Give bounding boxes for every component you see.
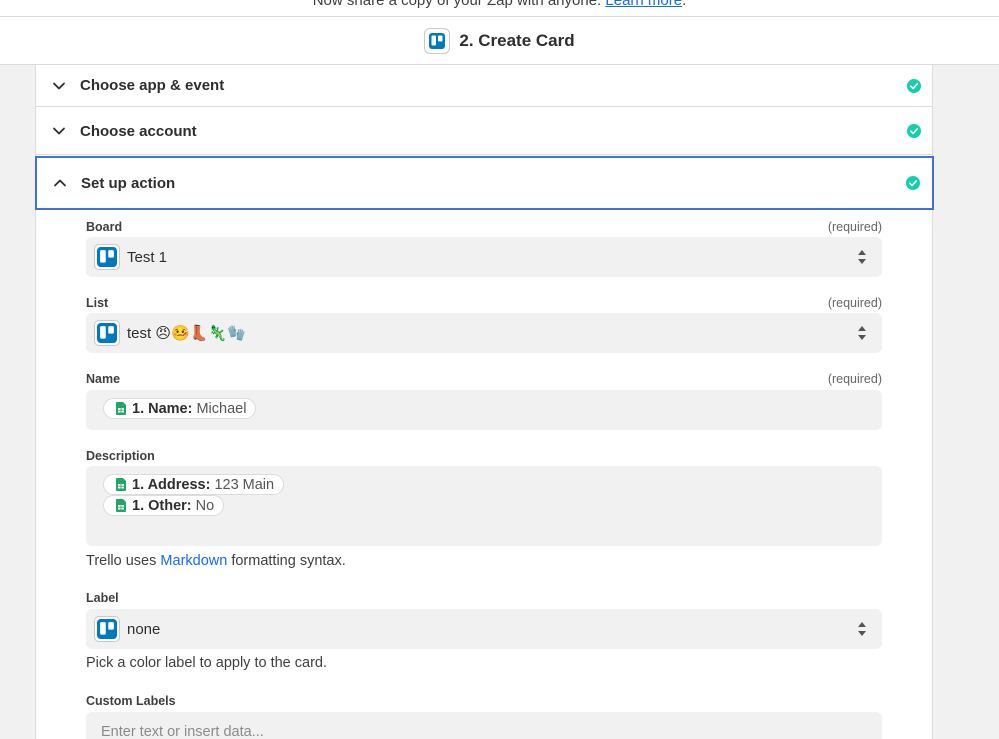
select-arrows-icon <box>858 250 866 264</box>
check-circle-icon <box>906 176 920 190</box>
board-value: Test 1 <box>127 248 168 266</box>
step-header: 2. Create Card <box>0 16 999 65</box>
chevron-down-icon <box>53 82 65 89</box>
section-label: Choose app & event <box>80 77 225 94</box>
data-token-pill[interactable]: 1. Other: No <box>103 495 225 516</box>
description-label: Description <box>86 449 155 463</box>
learn-more-link[interactable]: Learn more <box>605 0 682 9</box>
data-token-pill[interactable]: 1. Address: 123 Main <box>103 474 285 495</box>
list-required: (required) <box>827 296 882 310</box>
name-input[interactable]: 1. Name: Michael <box>86 390 882 430</box>
section-choose-app[interactable]: Choose app & event <box>36 65 932 107</box>
list-label: List <box>86 296 109 310</box>
markdown-help: Trello uses Markdown formatting syntax. <box>86 553 346 569</box>
chevron-down-icon <box>53 127 65 135</box>
custom-labels-label: Custom Labels <box>86 694 176 708</box>
google-sheets-icon <box>116 499 126 512</box>
custom-labels-input[interactable]: Enter text or insert data... <box>86 712 882 739</box>
custom-labels-placeholder: Enter text or insert data... <box>101 724 264 739</box>
share-notice: Now share a copy of your Zap with anyone… <box>0 0 999 16</box>
select-arrows-icon <box>858 622 866 636</box>
section-choose-account[interactable]: Choose account <box>36 108 932 155</box>
trello-icon <box>94 320 120 346</box>
chevron-up-icon <box>54 179 66 187</box>
label-label: Label <box>86 591 119 605</box>
trello-icon <box>424 27 451 54</box>
trello-icon <box>94 244 120 270</box>
select-arrows-icon <box>858 326 866 340</box>
google-sheets-icon <box>116 402 126 415</box>
label-value: none <box>127 620 161 638</box>
label-select[interactable]: none <box>86 609 882 649</box>
list-select[interactable]: test 😠🤒👢🦎🧤 <box>86 313 882 353</box>
name-required: (required) <box>827 372 882 386</box>
check-circle-icon <box>907 78 921 93</box>
list-value: test 😠🤒👢🦎🧤 <box>127 325 246 342</box>
section-set-up-action[interactable]: Set up action <box>35 156 934 210</box>
trello-icon <box>94 616 120 642</box>
markdown-link[interactable]: Markdown <box>160 553 227 569</box>
step-title: 2. Create Card <box>459 30 575 50</box>
step-panel: Choose app & event Choose account Set up… <box>35 65 934 739</box>
section-label: Set up action <box>81 174 176 192</box>
name-label: Name <box>86 372 121 386</box>
section-label: Choose account <box>80 122 197 140</box>
board-label: Board <box>86 220 123 234</box>
label-help: Pick a color label to apply to the card. <box>86 655 327 671</box>
share-notice-text: Now share a copy of your Zap with anyone… <box>312 0 602 9</box>
check-circle-icon <box>907 124 921 138</box>
data-token-pill[interactable]: 1. Name: Michael <box>103 398 257 419</box>
google-sheets-icon <box>116 478 126 491</box>
description-input[interactable]: 1. Address: 123 Main 1. Other: No <box>86 466 882 546</box>
board-select[interactable]: Test 1 <box>86 237 882 277</box>
board-required: (required) <box>827 220 882 234</box>
